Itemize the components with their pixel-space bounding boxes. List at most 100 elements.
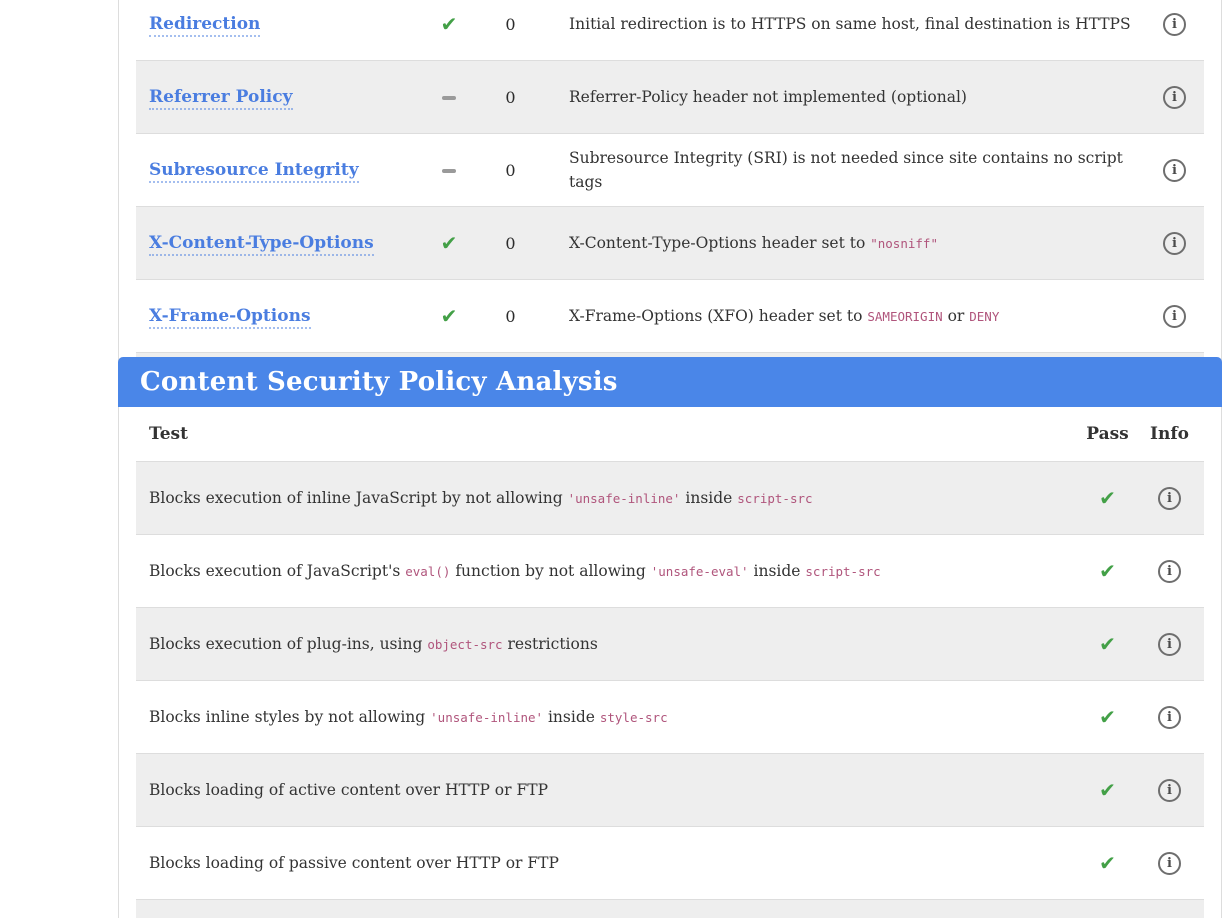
code-snippet: 'unsafe-inline' <box>430 710 543 725</box>
info-cell: i <box>1135 827 1204 900</box>
desc-text: restrictions <box>503 635 598 653</box>
desc-text: Blocks loading of passive content over H… <box>149 854 559 872</box>
desc-text: inside <box>680 489 737 507</box>
score-value: 0 <box>468 280 553 353</box>
csp-table-row: Blocks loading of active content over HT… <box>136 754 1204 827</box>
test-name-cell: Referrer Policy <box>136 61 430 134</box>
info-icon[interactable]: i <box>1163 232 1186 255</box>
pass-check-icon: ✔ <box>1099 778 1116 802</box>
desc-text: Blocks inline styles by not allowing <box>149 708 430 726</box>
code-snippet: "nosniff" <box>870 236 938 251</box>
test-link[interactable]: Subresource Integrity <box>149 160 359 183</box>
csp-table-row: Blocks loading of passive content over H… <box>136 827 1204 900</box>
score-value: 0 <box>468 134 553 207</box>
info-circle-glyph: i <box>1163 232 1186 255</box>
info-icon[interactable]: i <box>1163 86 1186 109</box>
pass-status-cell: ✔ <box>1080 535 1135 608</box>
info-icon[interactable]: i <box>1158 706 1181 729</box>
desc-text: Blocks loading of active content over HT… <box>149 781 548 799</box>
score-reason: X-Frame-Options (XFO) header set to SAME… <box>553 280 1145 353</box>
info-circle-glyph: i <box>1158 487 1181 510</box>
info-circle-glyph: i <box>1158 633 1181 656</box>
csp-test-description: Blocks loading of passive content over H… <box>136 827 1080 900</box>
neutral-dash-icon <box>442 96 456 100</box>
pass-check-icon: ✔ <box>441 12 458 36</box>
pass-status-cell: ✔ <box>1080 681 1135 754</box>
pass-status-cell <box>430 61 468 134</box>
pass-status-cell: ✔ <box>430 207 468 280</box>
test-link[interactable]: Redirection <box>149 14 260 37</box>
csp-test-description: Blocks inline styles by not allowing 'un… <box>136 681 1080 754</box>
info-icon[interactable]: i <box>1158 633 1181 656</box>
csp-test-description: Blocks loading of active content over HT… <box>136 754 1080 827</box>
info-icon[interactable]: i <box>1163 13 1186 36</box>
info-icon[interactable]: i <box>1158 852 1181 875</box>
code-snippet: SAMEORIGIN <box>867 309 942 324</box>
score-table-row: X-Frame-Options ✔ 0X-Frame-Options (XFO) h… <box>136 280 1204 353</box>
test-name-cell: Subresource Integrity <box>136 134 430 207</box>
score-value: 0 <box>468 207 553 280</box>
csp-table-row: Blocks execution of plug-ins, using obje… <box>136 608 1204 681</box>
score-reason: X-Content-Type-Options header set to "no… <box>553 207 1145 280</box>
pass-check-icon: ✔ <box>441 231 458 255</box>
info-cell: i <box>1145 0 1204 61</box>
pass-status-cell: ✔ <box>1080 827 1135 900</box>
score-reason: Initial redirection is to HTTPS on same … <box>553 0 1145 61</box>
neutral-dash-icon <box>442 169 456 173</box>
score-table-row: Redirection ✔ 0 Initial redirection is to H… <box>136 0 1204 61</box>
info-cell: i <box>1145 207 1204 280</box>
csp-table: Test Pass Info Blocks execution of inlin… <box>136 407 1204 918</box>
test-name-cell: Redirection <box>136 0 430 61</box>
csp-test-description: Blocks execution of JavaScript's eval() … <box>136 535 1080 608</box>
info-circle-glyph: i <box>1158 779 1181 802</box>
code-snippet: style-src <box>600 710 668 725</box>
score-table-row: Referrer Policy0Referrer-Policy header n… <box>136 61 1204 134</box>
info-cell: i <box>1145 134 1204 207</box>
pass-check-icon: ✔ <box>441 304 458 328</box>
code-snippet: eval() <box>405 564 450 579</box>
info-icon[interactable]: i <box>1158 779 1181 802</box>
score-value: 0 <box>468 0 553 61</box>
csp-test-description: Clickjacking protection, using frame-anc… <box>136 900 1080 918</box>
pass-check-icon: ✔ <box>1099 632 1116 656</box>
pass-status-cell: ✔ <box>1080 754 1135 827</box>
test-link[interactable]: Referrer Policy <box>149 87 293 110</box>
desc-text: Blocks execution of plug-ins, using <box>149 635 427 653</box>
code-snippet: object-src <box>427 637 502 652</box>
info-cell: i <box>1145 61 1204 134</box>
info-circle-glyph: i <box>1163 13 1186 36</box>
pass-check-icon: ✔ <box>1099 705 1116 729</box>
score-table-row: X-Content-Type-Options ✔ 0X-Content-Type-O… <box>136 207 1204 280</box>
test-name-cell: X-Content-Type-Options <box>136 207 430 280</box>
csp-table-header-row: Test Pass Info <box>136 407 1204 462</box>
code-snippet: 'unsafe-eval' <box>651 564 749 579</box>
info-circle-glyph: i <box>1163 159 1186 182</box>
info-circle-glyph: i <box>1158 852 1181 875</box>
info-icon[interactable]: i <box>1163 159 1186 182</box>
desc-text: inside <box>749 562 806 580</box>
csp-analysis-panel: Content Security Policy Analysis Test Pa… <box>118 357 1222 918</box>
pass-check-icon: ✔ <box>1099 559 1116 583</box>
info-cell: i <box>1135 754 1204 827</box>
test-link[interactable]: X-Frame-Options <box>149 306 311 329</box>
info-icon[interactable]: i <box>1163 305 1186 328</box>
info-cell: i <box>1145 280 1204 353</box>
info-cell: i <box>1135 900 1204 918</box>
desc-text: Blocks execution of JavaScript's <box>149 562 405 580</box>
info-circle-glyph: i <box>1163 86 1186 109</box>
code-snippet: script-src <box>805 564 880 579</box>
desc-text: inside <box>543 708 600 726</box>
info-icon[interactable]: i <box>1158 487 1181 510</box>
score-table-row: Subresource Integrity0Subresource Integr… <box>136 134 1204 207</box>
column-header-pass: Pass <box>1080 407 1135 462</box>
desc-text: Blocks execution of inline JavaScript by… <box>149 489 568 507</box>
test-name-cell: X-Frame-Options <box>136 280 430 353</box>
test-link[interactable]: X-Content-Type-Options <box>149 233 374 256</box>
desc-text: Initial redirection is to HTTPS on same … <box>569 15 1131 33</box>
csp-test-description: Blocks execution of plug-ins, using obje… <box>136 608 1080 681</box>
score-value: 0 <box>468 61 553 134</box>
code-snippet: DENY <box>969 309 999 324</box>
code-snippet: 'unsafe-inline' <box>568 491 681 506</box>
pass-status-cell: ✔ <box>1080 462 1135 535</box>
info-icon[interactable]: i <box>1158 560 1181 583</box>
